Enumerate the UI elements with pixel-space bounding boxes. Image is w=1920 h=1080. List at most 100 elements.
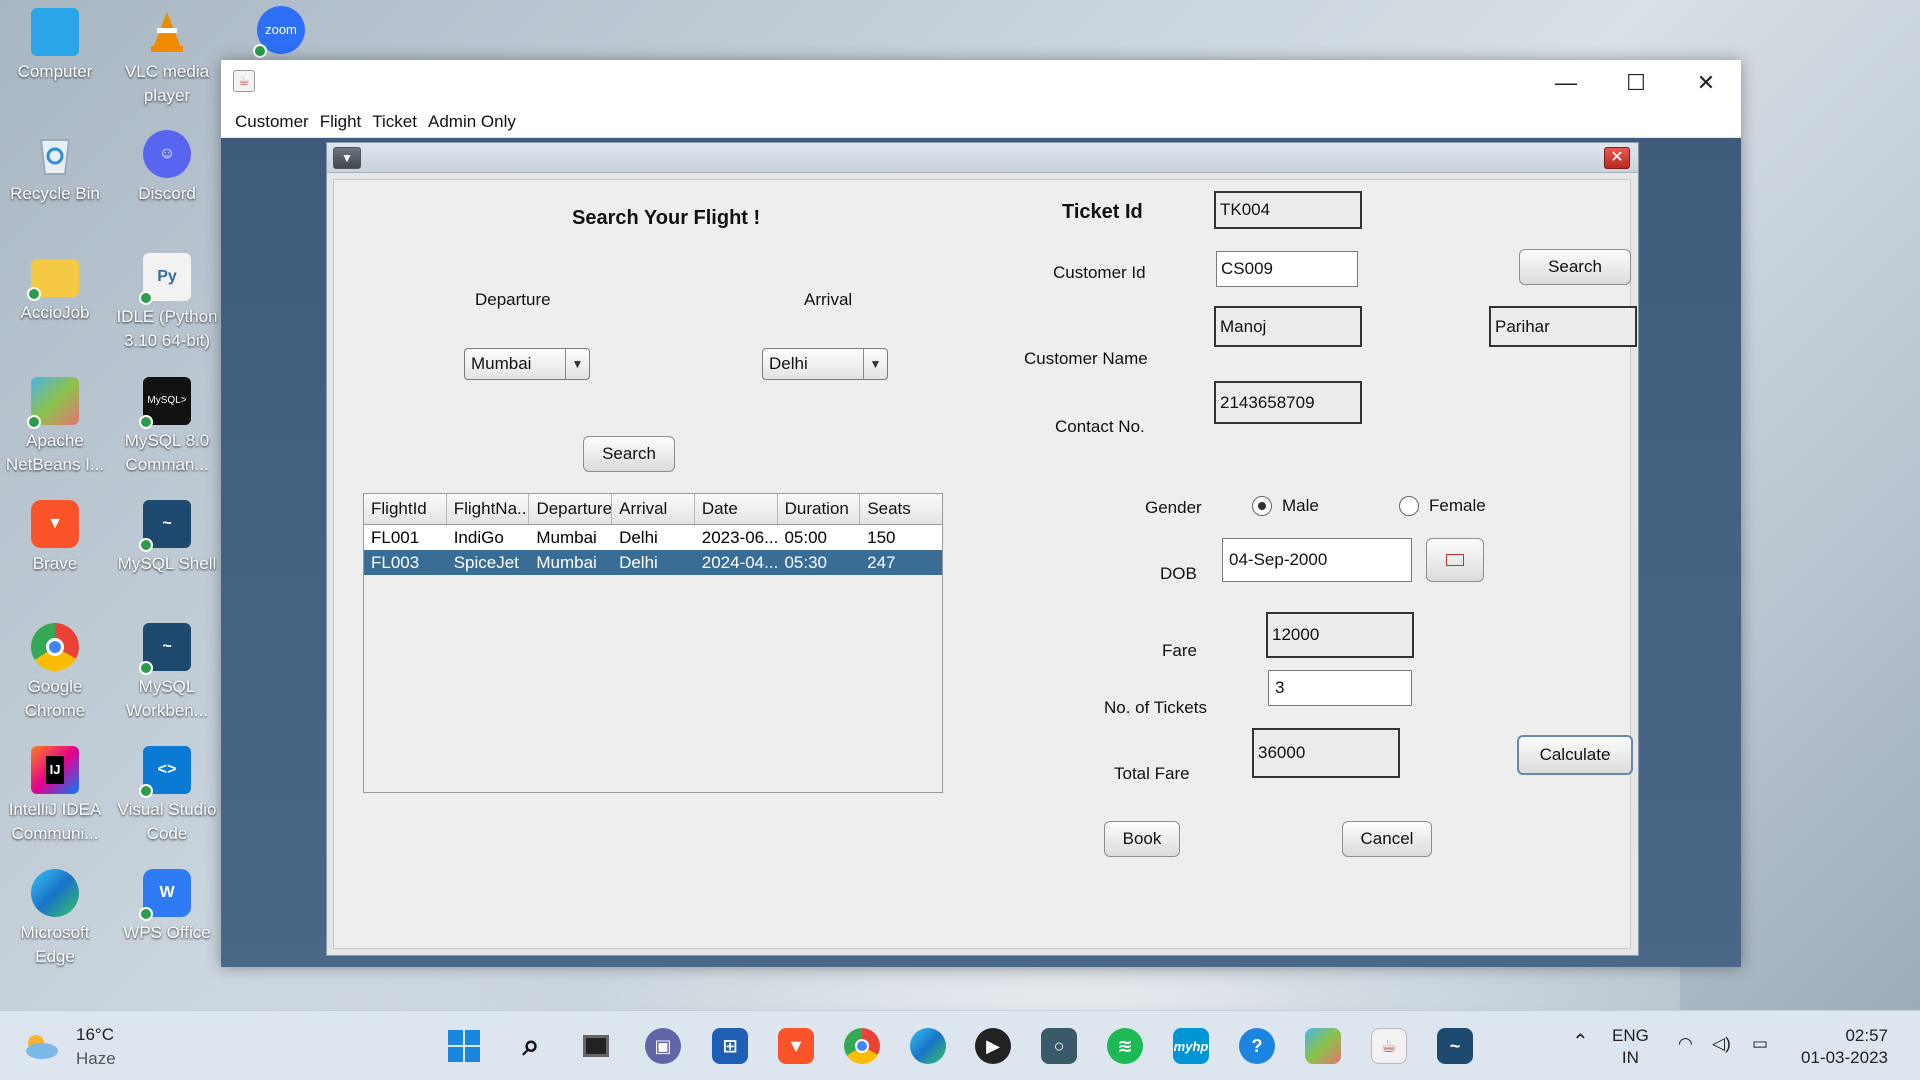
desktop-icon-brave[interactable]: ▼ Brave bbox=[0, 500, 110, 576]
fare-field[interactable]: 12000 bbox=[1266, 612, 1414, 658]
desktop-icon-mysql-workbench[interactable]: ~ MySQL Workben... bbox=[112, 623, 222, 723]
language-indicator[interactable]: ENG IN bbox=[1612, 1025, 1649, 1069]
battery-icon[interactable]: ▭ bbox=[1752, 1033, 1768, 1055]
java-taskbar-icon[interactable]: ☕ bbox=[1371, 1028, 1407, 1064]
alexa-icon[interactable]: ○ bbox=[1041, 1028, 1077, 1064]
desktop-icon-netbeans[interactable]: Apache NetBeans I... bbox=[0, 377, 110, 477]
customer-search-button[interactable]: Search bbox=[1519, 249, 1631, 285]
cancel-button[interactable]: Cancel bbox=[1342, 821, 1432, 857]
menu-bar: Customer Flight Ticket Admin Only bbox=[221, 106, 1741, 138]
customer-id-field[interactable]: CS009 bbox=[1216, 251, 1358, 287]
dob-field[interactable]: 04-Sep-2000 bbox=[1222, 538, 1412, 582]
start-windows-icon[interactable] bbox=[446, 1028, 482, 1064]
task-view-icon[interactable] bbox=[578, 1028, 614, 1064]
edge-icon bbox=[31, 869, 79, 917]
frame-close-button[interactable]: ✕ bbox=[1604, 147, 1630, 169]
search-icon[interactable]: ⌕ bbox=[513, 1028, 549, 1064]
microsoft-store-icon[interactable]: ⊞ bbox=[712, 1028, 748, 1064]
table-header: FlightId FlightNa... Departure Arrival D… bbox=[364, 494, 942, 525]
customer-name-label: Customer Name bbox=[1024, 349, 1148, 368]
calculate-button[interactable]: Calculate bbox=[1517, 735, 1633, 775]
tickets-field[interactable]: 3 bbox=[1268, 670, 1412, 706]
volume-icon[interactable]: ◁) bbox=[1712, 1033, 1731, 1055]
table-cell: Mumbai bbox=[536, 553, 597, 572]
help-icon[interactable]: ? bbox=[1239, 1028, 1275, 1064]
desktop-icon-zoom[interactable]: zoom bbox=[253, 6, 306, 58]
total-fare-label: Total Fare bbox=[1114, 764, 1190, 783]
desktop-icon-mysql-shell[interactable]: ~ MySQL Shell bbox=[112, 500, 222, 576]
arrival-label: Arrival bbox=[804, 290, 853, 309]
java-app-icon: ☕ bbox=[233, 70, 255, 92]
column-header[interactable]: Seats bbox=[860, 494, 942, 524]
radio-unselected-icon bbox=[1399, 496, 1419, 516]
myhp-icon[interactable]: myhp bbox=[1173, 1028, 1209, 1064]
table-row[interactable]: FL001 IndiGo Mumbai Delhi 2023-06... 05:… bbox=[364, 525, 942, 550]
column-header[interactable]: Date bbox=[695, 494, 778, 524]
desktop-icon-computer[interactable]: Computer bbox=[0, 8, 110, 84]
intellij-icon: IJ bbox=[31, 746, 79, 794]
edge-taskbar-icon[interactable] bbox=[910, 1028, 946, 1064]
clock[interactable]: 02:57 01-03-2023 bbox=[1796, 1025, 1888, 1069]
contact-field[interactable]: 2143658709 bbox=[1214, 381, 1362, 424]
first-name-field[interactable]: Manoj bbox=[1214, 306, 1362, 347]
wifi-icon[interactable]: ◠ bbox=[1678, 1033, 1693, 1055]
table-cell: 2023-06... bbox=[701, 528, 778, 547]
desktop-icon-vlc[interactable]: VLC media player bbox=[112, 8, 222, 108]
departure-dropdown[interactable]: Mumbai ▼ bbox=[464, 348, 590, 380]
wps-office-icon: W bbox=[139, 869, 191, 921]
recycle-bin-icon bbox=[31, 130, 79, 178]
column-header[interactable]: Duration bbox=[778, 494, 861, 524]
desktop-icon-wps[interactable]: W WPS Office bbox=[112, 869, 222, 945]
gender-female-radio[interactable]: Female bbox=[1399, 496, 1486, 516]
flight-search-button[interactable]: Search bbox=[583, 436, 675, 472]
mysql-workbench-taskbar-icon[interactable]: ~ bbox=[1437, 1028, 1473, 1064]
desktop-icon-discord[interactable]: ☺ Discord bbox=[112, 130, 222, 206]
dob-label: DOB bbox=[1160, 564, 1197, 583]
chevron-up-icon[interactable]: ⌃ bbox=[1572, 1031, 1589, 1053]
chrome-taskbar-icon[interactable] bbox=[844, 1028, 880, 1064]
desktop-icon-chrome[interactable]: Google Chrome bbox=[0, 623, 110, 723]
table-cell: SpiceJet bbox=[453, 553, 519, 572]
gender-male-radio[interactable]: Male bbox=[1252, 496, 1319, 516]
ticket-id-field[interactable]: TK004 bbox=[1214, 191, 1362, 229]
table-cell: Mumbai bbox=[536, 528, 597, 547]
chevron-down-icon: ▼ bbox=[565, 349, 589, 379]
minimize-button[interactable]: — bbox=[1531, 60, 1601, 106]
gender-label: Gender bbox=[1145, 498, 1202, 517]
menu-admin-only[interactable]: Admin Only bbox=[428, 112, 516, 132]
maximize-button[interactable]: ☐ bbox=[1601, 60, 1671, 106]
menu-flight[interactable]: Flight bbox=[320, 112, 362, 132]
desktop-icon-intellij[interactable]: IJ IntelliJ IDEA Communi... bbox=[0, 746, 110, 846]
teams-chat-icon[interactable]: ▣ bbox=[645, 1028, 681, 1064]
menu-customer[interactable]: Customer bbox=[235, 112, 309, 132]
desktop-icon-edge[interactable]: Microsoft Edge bbox=[0, 869, 110, 969]
netbeans-taskbar-icon[interactable] bbox=[1305, 1028, 1341, 1064]
desktop-icon-recycle-bin[interactable]: Recycle Bin bbox=[0, 130, 110, 206]
spotify-icon[interactable]: ≋ bbox=[1107, 1028, 1143, 1064]
media-player-icon[interactable]: ▶ bbox=[975, 1028, 1011, 1064]
monitor-icon bbox=[31, 8, 79, 56]
search-heading: Search Your Flight ! bbox=[572, 207, 761, 229]
frame-menu-button[interactable]: ▼ bbox=[333, 147, 361, 169]
column-header[interactable]: Departure bbox=[529, 494, 613, 524]
arrival-dropdown[interactable]: Delhi ▼ bbox=[762, 348, 888, 380]
desktop-icon-idle[interactable]: Py IDLE (Python 3.10 64-bit) bbox=[112, 253, 222, 353]
column-header[interactable]: FlightNa... bbox=[447, 494, 530, 524]
book-button[interactable]: Book bbox=[1104, 821, 1180, 857]
mysql-shell-icon: ~ bbox=[139, 500, 191, 552]
desktop-icon-acciojob[interactable]: AccioJob bbox=[0, 253, 110, 325]
chrome-icon bbox=[31, 623, 79, 671]
desktop-icon-vscode[interactable]: <> Visual Studio Code bbox=[112, 746, 222, 846]
close-window-button[interactable]: ✕ bbox=[1671, 60, 1741, 106]
column-header[interactable]: Arrival bbox=[612, 494, 695, 524]
weather-widget[interactable]: 16°C Haze bbox=[20, 1023, 116, 1071]
last-name-field[interactable]: Parihar bbox=[1489, 306, 1637, 347]
brave-icon: ▼ bbox=[31, 500, 79, 548]
total-fare-field[interactable]: 36000 bbox=[1252, 728, 1400, 778]
column-header[interactable]: FlightId bbox=[364, 494, 447, 524]
brave-taskbar-icon[interactable]: ▼ bbox=[778, 1028, 814, 1064]
table-row-selected[interactable]: FL003 SpiceJet Mumbai Delhi 2024-04... 0… bbox=[364, 550, 942, 575]
menu-ticket[interactable]: Ticket bbox=[372, 112, 417, 132]
desktop-icon-mysql-console[interactable]: MySQL> MySQL 8.0 Comman... bbox=[112, 377, 222, 477]
date-picker-button[interactable] bbox=[1426, 538, 1484, 582]
